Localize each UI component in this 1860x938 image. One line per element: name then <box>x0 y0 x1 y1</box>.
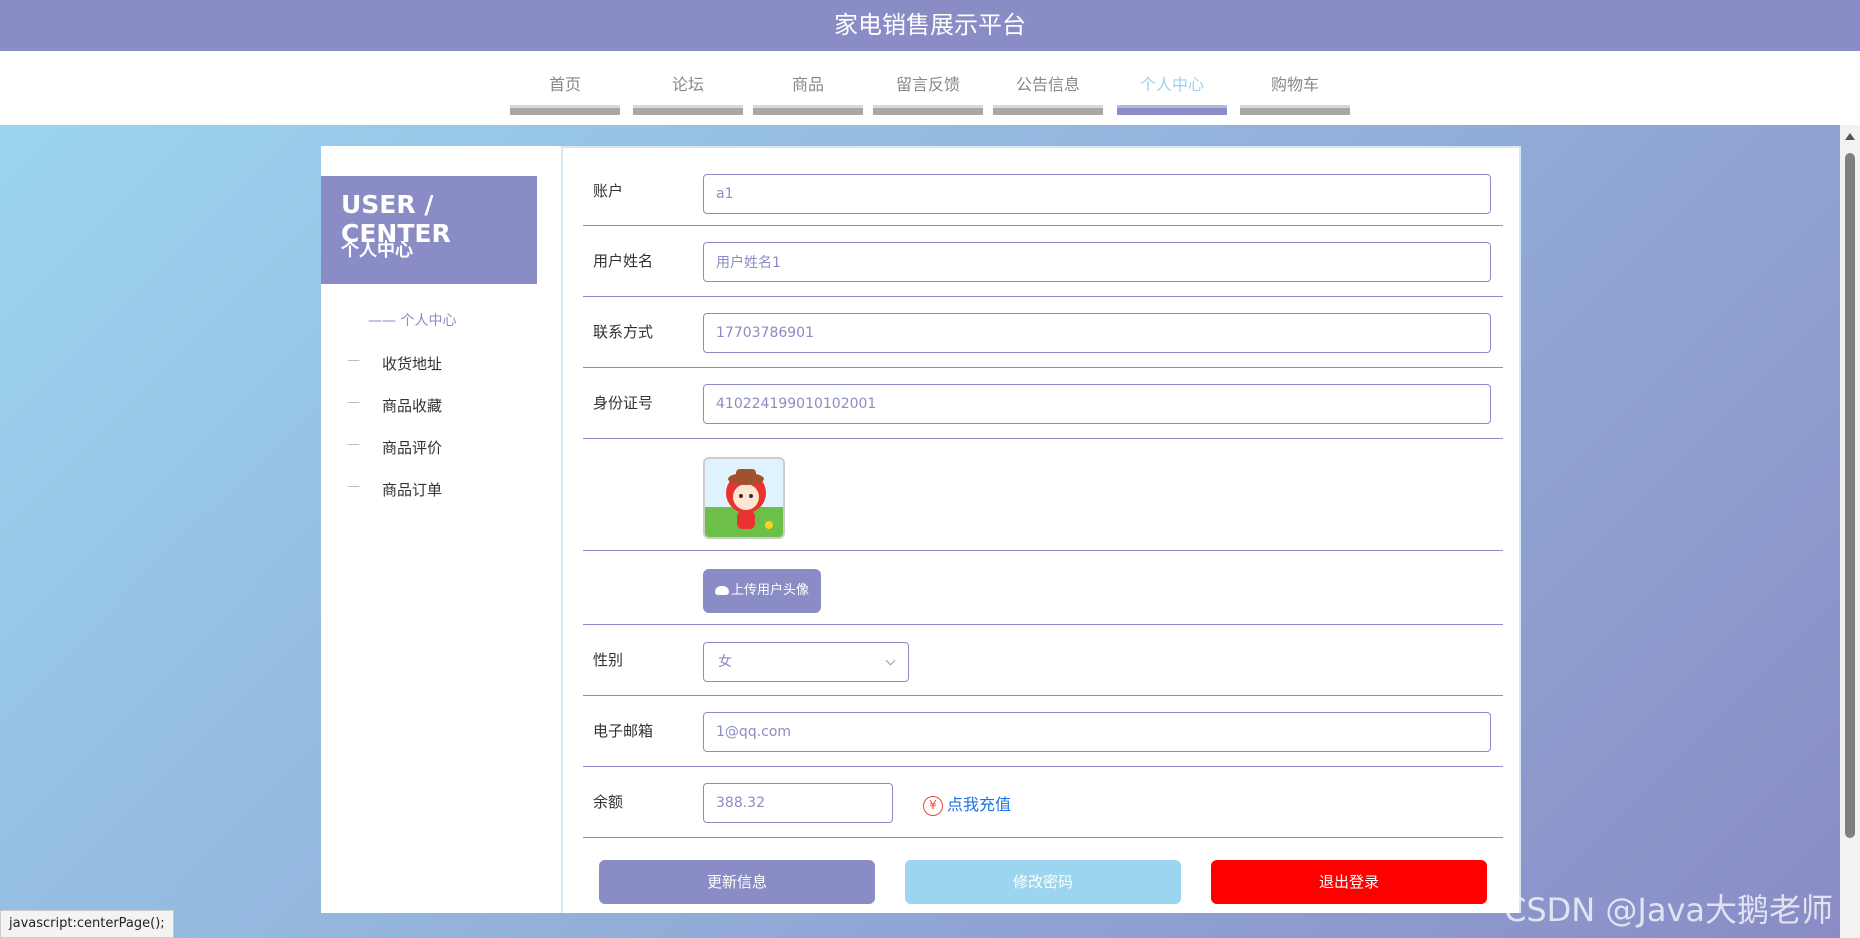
sidebar-item-orders[interactable]: — 商品订单 <box>321 475 561 505</box>
sidebar-item-favorites[interactable]: — 商品收藏 <box>321 391 561 421</box>
account-label: 账户 <box>593 182 624 200</box>
idcard-label: 身份证号 <box>593 394 654 412</box>
dash-icon: — <box>347 353 360 368</box>
account-row: 账户 <box>583 170 1503 226</box>
dash-icon: — <box>347 479 360 494</box>
update-info-button[interactable]: 更新信息 <box>599 860 875 904</box>
yen-icon: ¥ <box>923 795 943 816</box>
sidebar-item-label: 商品订单 <box>382 481 443 499</box>
phone-label: 联系方式 <box>593 323 654 341</box>
phone-input[interactable] <box>703 313 1491 353</box>
cloud-upload-icon <box>714 586 729 595</box>
browser-status-bar: javascript:centerPage(); <box>0 910 174 938</box>
account-input[interactable] <box>703 174 1491 214</box>
dash-icon: — <box>347 395 360 410</box>
profile-form: 账户 用户姓名 联系方式 身份证号 <box>561 146 1521 913</box>
logout-button[interactable]: 退出登录 <box>1211 860 1487 904</box>
sidebar-item-address[interactable]: — 收货地址 <box>321 349 561 379</box>
gender-row: 性别 女 <box>583 625 1503 696</box>
user-avatar <box>703 457 785 539</box>
dash-icon: — <box>347 437 360 452</box>
gender-select[interactable]: 女 <box>703 642 909 682</box>
upload-avatar-button[interactable]: 上传用户头像 <box>703 569 821 613</box>
balance-label: 余额 <box>593 793 624 811</box>
gender-label: 性别 <box>593 651 624 669</box>
sidebar-title-cn: 个人中心 <box>341 240 413 261</box>
name-label: 用户姓名 <box>593 252 654 270</box>
sidebar-header: USER / CENTER 个人中心 <box>321 176 537 284</box>
avatar-row <box>583 439 1503 551</box>
page-scrollbar[interactable] <box>1840 125 1860 938</box>
sidebar-item-user-center[interactable]: —— 个人中心 <box>321 306 561 336</box>
email-row: 电子邮箱 <box>583 696 1503 767</box>
sidebar-item-label: 商品收藏 <box>382 397 443 415</box>
upload-row: 上传用户头像 <box>583 551 1503 625</box>
balance-input[interactable] <box>703 783 893 823</box>
sidebar-item-reviews[interactable]: — 商品评价 <box>321 433 561 463</box>
idcard-row: 身份证号 <box>583 368 1503 439</box>
site-title: 家电销售展示平台 <box>0 0 1860 51</box>
sidebar-item-label: 收货地址 <box>382 355 443 373</box>
recharge-link[interactable]: ¥ 点我充值 <box>923 791 1011 816</box>
change-password-button[interactable]: 修改密码 <box>905 860 1181 904</box>
csdn-watermark: CSDN @Java大鹅老师 <box>1504 891 1834 929</box>
sidebar-item-label: —— 个人中心 <box>368 313 457 329</box>
user-center-sidebar: USER / CENTER 个人中心 —— 个人中心 — 收货地址 — 商品收藏… <box>321 146 561 913</box>
name-row: 用户姓名 <box>583 226 1503 297</box>
phone-row: 联系方式 <box>583 297 1503 368</box>
chevron-down-icon <box>885 655 896 666</box>
email-label: 电子邮箱 <box>593 722 654 740</box>
scroll-up-icon[interactable] <box>1845 133 1855 140</box>
top-nav: 首页 论坛 商品 留言反馈 公告信息 个人中心 购物车 <box>0 51 1860 125</box>
sidebar-item-label: 商品评价 <box>382 439 443 457</box>
email-input[interactable] <box>703 712 1491 752</box>
scrollbar-thumb[interactable] <box>1845 153 1855 838</box>
name-input[interactable] <box>703 242 1491 282</box>
balance-row: 余额 ¥点我充值 <box>583 767 1503 838</box>
idcard-input[interactable] <box>703 384 1491 424</box>
